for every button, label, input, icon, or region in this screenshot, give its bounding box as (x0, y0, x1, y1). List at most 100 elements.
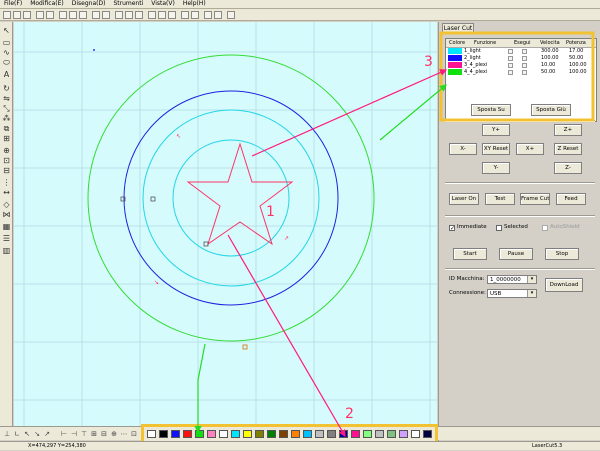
frame-cut-button[interactable]: Frame Cut (520, 193, 550, 205)
move-icon[interactable] (168, 11, 176, 19)
layers-icon[interactable]: ☰ (2, 234, 11, 243)
download-button[interactable]: DownLoad (545, 278, 583, 292)
align-bottom-icon[interactable]: ⊥ (3, 430, 11, 438)
distribute-icon[interactable]: ⋮ (2, 178, 11, 187)
color-swatch[interactable] (267, 430, 276, 438)
color-swatch[interactable] (231, 430, 240, 438)
help-icon[interactable] (227, 11, 235, 19)
laser-on-button[interactable]: Laser On (449, 193, 479, 205)
settings-icon[interactable] (214, 11, 222, 19)
xy-reset-button[interactable]: XY Reset (482, 143, 510, 155)
circle-cyan-small[interactable] (172, 139, 290, 257)
save-icon[interactable] (23, 11, 31, 19)
join-icon[interactable]: ⋈ (2, 210, 11, 219)
open-file-icon[interactable] (13, 11, 21, 19)
cut-icon[interactable] (59, 11, 67, 19)
stop-button[interactable]: Stop (545, 248, 579, 260)
color-swatch[interactable] (219, 430, 228, 438)
machine-id-select[interactable]: 1_0000000 ▾ (487, 275, 537, 284)
image-icon[interactable] (204, 11, 212, 19)
layer-row[interactable]: 3_4_plexi 10.00 100.00 (446, 62, 596, 69)
menu-file[interactable]: File(F) (0, 0, 26, 8)
menu-tools[interactable]: Strumenti (109, 0, 147, 8)
import-icon[interactable] (36, 11, 44, 19)
color-swatch[interactable] (411, 430, 420, 438)
select-icon[interactable] (148, 11, 156, 19)
same-width-icon[interactable]: ⊞ (90, 430, 98, 438)
color-swatch[interactable] (195, 430, 204, 438)
move-down-button[interactable]: Sposta Giù (531, 104, 571, 116)
layer-output-checkbox[interactable] (508, 56, 513, 61)
layer-visible-checkbox[interactable] (522, 70, 527, 75)
ungroup-icon[interactable]: ⊟ (2, 166, 11, 175)
menu-edit[interactable]: Modifica(E) (26, 0, 68, 8)
immediate-checkbox[interactable]: ✓ (449, 225, 455, 232)
arrow-down-right-icon[interactable]: ↘ (33, 430, 41, 438)
color-swatch[interactable] (255, 430, 264, 438)
pause-button[interactable]: Pause (499, 248, 533, 260)
scale-icon[interactable]: ⤡ (2, 104, 11, 113)
redo-icon[interactable] (102, 11, 110, 19)
node-edit-icon[interactable] (158, 11, 166, 19)
weld-icon[interactable]: ⊕ (2, 146, 11, 155)
layer-row[interactable]: 2_light 100.00 50.00 (446, 55, 596, 62)
distribute-icon[interactable]: ⋯ (120, 430, 128, 438)
ellipse-icon[interactable]: ⬭ (2, 58, 11, 67)
rectangle-icon[interactable]: ▭ (2, 38, 11, 47)
layer-output-checkbox[interactable] (508, 70, 513, 75)
laser-icon[interactable] (181, 11, 189, 19)
layer-row[interactable]: 4_4_plexi 50.00 100.00 (446, 69, 596, 76)
color-swatch[interactable] (171, 430, 180, 438)
jog-y-minus-button[interactable]: Y- (482, 162, 510, 174)
layer-visible-checkbox[interactable] (522, 49, 527, 54)
color-swatch[interactable] (399, 430, 408, 438)
color-swatch[interactable] (363, 430, 372, 438)
color-swatch[interactable] (303, 430, 312, 438)
layer-output-checkbox[interactable] (508, 49, 513, 54)
jog-x-minus-button[interactable]: X- (449, 143, 477, 155)
same-height-icon[interactable]: ⊟ (100, 430, 108, 438)
lock-icon[interactable]: ⊡ (130, 430, 138, 438)
menu-draw[interactable]: Disegna(D) (68, 0, 110, 8)
zoom-out-icon[interactable] (125, 11, 133, 19)
color-swatch[interactable] (279, 430, 288, 438)
circle-blue[interactable] (123, 90, 339, 306)
new-file-icon[interactable] (3, 11, 11, 19)
jog-y-plus-button[interactable]: Y+ (482, 124, 510, 136)
jog-x-plus-button[interactable]: X+ (516, 143, 544, 155)
grid-icon[interactable] (191, 11, 199, 19)
start-button[interactable]: Start (453, 248, 487, 260)
jog-z-plus-button[interactable]: Z+ (554, 124, 582, 136)
rotate-icon[interactable]: ↻ (2, 84, 11, 93)
circle-cyan-large[interactable] (142, 109, 320, 287)
color-swatch[interactable] (351, 430, 360, 438)
z-reset-button[interactable]: Z Reset (554, 143, 582, 155)
color-swatch[interactable] (147, 430, 156, 438)
layer-output-checkbox[interactable] (508, 63, 513, 68)
color-swatch[interactable] (243, 430, 252, 438)
tab-laser-cut[interactable]: Laser Cut (442, 23, 474, 34)
align-corner-icon[interactable]: ∟ (13, 430, 21, 438)
text-icon[interactable]: A (2, 70, 11, 79)
grid-snap-icon[interactable]: ▦ (2, 222, 11, 231)
measure-icon[interactable]: ↔ (2, 188, 11, 197)
arrow-up-left-icon[interactable]: ↖ (23, 430, 31, 438)
layer-visible-checkbox[interactable] (522, 63, 527, 68)
jog-z-minus-button[interactable]: Z- (554, 162, 582, 174)
layer-visible-checkbox[interactable] (522, 56, 527, 61)
color-swatch[interactable] (159, 430, 168, 438)
color-swatch[interactable] (387, 430, 396, 438)
zoom-fit-icon[interactable] (135, 11, 143, 19)
star-shape[interactable] (186, 142, 294, 246)
color-swatch[interactable] (207, 430, 216, 438)
color-swatch[interactable] (375, 430, 384, 438)
color-swatch[interactable] (183, 430, 192, 438)
center-icon[interactable]: ⊕ (110, 430, 118, 438)
test-button[interactable]: Test (485, 193, 515, 205)
feed-button[interactable]: Feed (556, 193, 586, 205)
layer-row[interactable]: 1_light 300.00 17.00 (446, 48, 596, 55)
color-swatch[interactable] (327, 430, 336, 438)
barcode-icon[interactable]: ▥ (2, 246, 11, 255)
arrow-up-right-icon[interactable]: ↗ (43, 430, 51, 438)
color-swatch[interactable] (423, 430, 432, 438)
